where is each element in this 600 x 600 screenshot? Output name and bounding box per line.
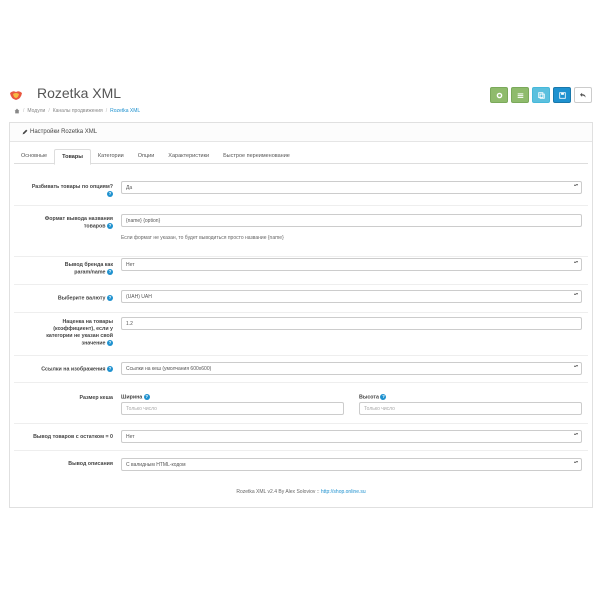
save-button[interactable] [553,87,571,103]
brand-param-select[interactable]: Нет [121,258,582,271]
footer: Rozetka XML v2.4 By Alex Soloviov :: htt… [236,489,366,495]
field-label: Наценка на товары (коэффициент), если у … [46,319,113,347]
field-label: Вывод бренда как param/name ? [64,262,113,276]
breadcrumb-item-feeds[interactable]: Каналы продвижения [53,108,103,114]
tab-quick-rename[interactable]: Быстрое переименование [216,149,297,163]
home-icon[interactable] [14,108,20,114]
field-label: Формат вывода названия товаров ? [44,216,113,230]
description-select[interactable]: С валидным HTML-кодом [121,458,582,471]
currency-select[interactable]: (UAH) UAH [121,290,582,303]
field-label: Вывод товаров с остатком = 0 [33,434,113,440]
breadcrumb-separator: / [48,108,50,114]
tabs: Основные Товары Категории Опции Характер… [14,149,588,165]
toolbar [490,87,592,103]
help-icon[interactable]: ? [143,394,150,400]
pencil-icon [22,129,28,135]
save-icon [558,91,566,99]
form-row-image-links: Ссылки на изображения ? Ссылки на кеш (у… [14,356,588,383]
tab-attributes[interactable]: Характеристики [161,149,216,163]
settings-button[interactable] [490,87,508,103]
help-icon[interactable]: ? [107,295,113,301]
form-row-brand: Вывод бренда как param/name ? Нет [14,257,588,285]
form-row-description: Вывод описания С валидным HTML-кодом [14,451,588,477]
field-label: Выберите валюту ? [57,295,113,302]
form-row-cache-size: Размер кеша Ширина ? Только число Высота… [14,383,588,424]
form-row-markup: Наценка на товары (коэффициент), если у … [14,313,588,356]
list-button[interactable] [511,87,529,103]
opencart-logo-icon [10,91,22,100]
form-row-name-format: Формат вывода названия товаров ? {name} … [14,206,588,257]
breadcrumb-item-modules[interactable]: Модули [27,108,45,114]
tab-options[interactable]: Опции [131,149,162,163]
page-title: Rozetka XML [37,85,122,101]
back-button[interactable] [574,87,592,103]
tab-products[interactable]: Товары [54,149,91,165]
form-row-split-option: Разбивать товары по опциям?? Да [14,165,588,206]
copy-button[interactable] [532,87,550,103]
cache-width-input[interactable]: Только число [121,402,344,415]
name-format-input[interactable]: {name} {option} [121,214,582,227]
stock-zero-select[interactable]: Нет [121,430,582,443]
settings-panel: Настройки Rozetka XML Основные Товары Ка… [9,122,593,508]
breadcrumb-separator: / [105,108,108,114]
panel-title: Настройки Rozetka XML [30,129,98,135]
help-icon[interactable]: ? [107,269,113,275]
field-label: Размер кеша [79,395,113,401]
field-label: Вывод описания [68,461,113,467]
copy-icon [537,91,545,99]
form-row-stock-zero: Вывод товаров с остатком = 0 Нет [14,424,588,451]
tab-general[interactable]: Основные [14,149,54,163]
field-label: Ссылки на изображения ? [41,366,113,373]
breadcrumb: / Модули / Каналы продвижения / Rozetka … [14,108,140,114]
help-icon[interactable]: ? [107,191,113,197]
help-icon[interactable]: ? [107,340,113,346]
panel-heading: Настройки Rozetka XML [10,123,592,142]
help-icon[interactable]: ? [380,394,387,400]
markup-input[interactable]: 1.2 [121,317,582,330]
width-label: Ширина ? [121,394,150,401]
back-arrow-icon [579,92,586,98]
form-row-currency: Выберите валюту ? (UAH) UAH [14,285,588,313]
split-option-select[interactable]: Да [121,181,582,194]
cache-height-input[interactable]: Только число [359,402,582,415]
gear-icon [496,92,502,98]
list-icon [517,92,523,98]
name-format-help: Если формат не указан, то будет выводить… [121,235,284,241]
breadcrumb-separator: / [23,108,25,114]
field-label: Разбивать товары по опциям?? [31,184,113,197]
footer-link[interactable]: http://shop.online.su [321,489,366,495]
tab-categories[interactable]: Категории [91,149,131,163]
help-icon[interactable]: ? [107,223,113,229]
help-icon[interactable]: ? [107,366,113,372]
breadcrumb-item-current[interactable]: Rozetka XML [110,108,140,114]
height-label: Высота ? [359,394,387,401]
image-links-select[interactable]: Ссылки на кеш (умолчания 600х600) [121,362,582,375]
